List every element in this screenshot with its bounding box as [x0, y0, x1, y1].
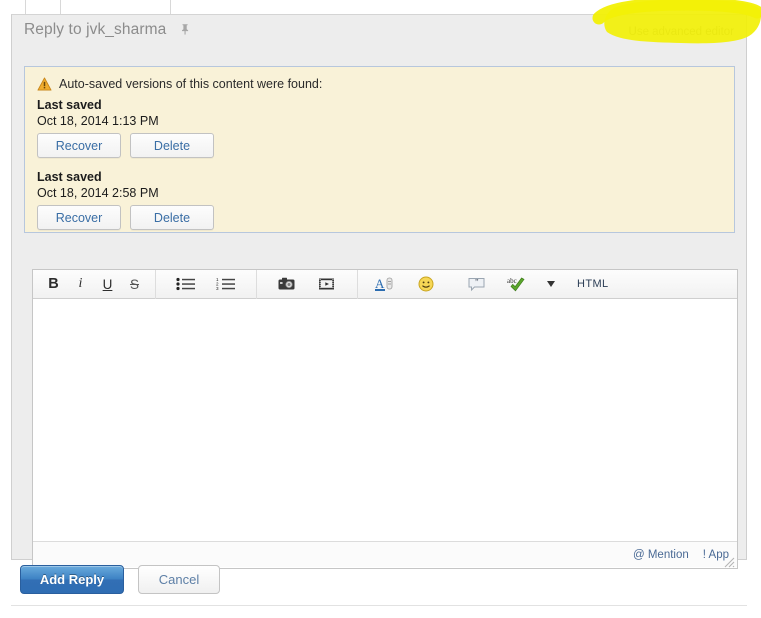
last-saved-time: Oct 18, 2014 2:58 PM — [37, 186, 159, 200]
autosave-headline-row: Auto-saved versions of this content were… — [37, 77, 722, 91]
strikethrough-button[interactable]: S — [121, 272, 148, 297]
autosave-notification: Auto-saved versions of this content were… — [24, 66, 735, 233]
autosave-entry: Last saved Oct 18, 2014 1:13 PM Recover … — [37, 98, 722, 158]
insert-video-button[interactable] — [311, 272, 343, 297]
italic-button[interactable]: i — [67, 272, 94, 297]
last-saved-time: Oct 18, 2014 1:13 PM — [37, 114, 159, 128]
editor-footer: @ Mention ! App — [33, 541, 737, 568]
action-button-row: Add Reply Cancel — [20, 565, 220, 594]
numbered-list-button[interactable]: 1 2 3 — [210, 272, 242, 297]
rich-text-editor: B i U S 1 2 3 A ” abc HTML @ Mention ! A… — [32, 269, 738, 569]
panel-header: Reply to jvk_sharma Use advanced editor — [12, 15, 746, 45]
delete-button[interactable]: Delete — [130, 205, 214, 230]
underline-button[interactable]: U — [94, 272, 121, 297]
last-saved-label: Last saved — [37, 98, 102, 112]
quote-button[interactable]: ” — [461, 272, 493, 297]
delete-button[interactable]: Delete — [130, 133, 214, 158]
bottom-divider — [11, 605, 747, 606]
resize-grip-icon[interactable] — [724, 555, 735, 568]
editor-body[interactable] — [33, 299, 737, 541]
spellcheck-dropdown-caret-icon[interactable] — [545, 281, 557, 287]
autosave-entry: Last saved Oct 18, 2014 2:58 PM Recover … — [37, 170, 722, 230]
cancel-button[interactable]: Cancel — [138, 565, 220, 594]
bold-button[interactable]: B — [40, 272, 67, 297]
svg-text:abc: abc — [507, 277, 517, 285]
use-advanced-editor-link[interactable]: Use advanced editor — [629, 26, 734, 38]
svg-text:A: A — [375, 276, 385, 291]
toolbar-group-extras: A ” abc HTML — [358, 270, 627, 299]
html-source-button[interactable]: HTML — [571, 278, 615, 290]
autosave-headline-text: Auto-saved versions of this content were… — [59, 77, 323, 91]
font-color-button[interactable]: A — [370, 272, 402, 297]
recover-button[interactable]: Recover — [37, 133, 121, 158]
pin-icon[interactable] — [178, 22, 192, 36]
toolbar-group-media — [257, 270, 357, 299]
divider-line — [170, 0, 171, 14]
svg-text:3: 3 — [216, 286, 219, 291]
reply-panel: Reply to jvk_sharma Use advanced editor … — [11, 14, 747, 569]
toolbar-group-text-format: B i U S — [33, 270, 155, 299]
mention-link[interactable]: @ Mention — [633, 549, 689, 561]
bullet-list-button[interactable] — [170, 272, 202, 297]
insert-image-button[interactable] — [271, 272, 303, 297]
spellcheck-button[interactable]: abc — [503, 272, 535, 297]
page-top-strips — [0, 0, 761, 14]
warning-triangle-icon — [37, 77, 52, 91]
editor-toolbar: B i U S 1 2 3 A ” abc HTML — [33, 269, 737, 299]
divider-line — [60, 0, 61, 14]
autosave-entry-actions: Recover Delete — [37, 133, 722, 158]
toolbar-group-lists: 1 2 3 — [156, 270, 256, 299]
svg-text:”: ” — [475, 277, 479, 286]
autosave-entry-actions: Recover Delete — [37, 205, 722, 230]
last-saved-label: Last saved — [37, 170, 102, 184]
divider-line — [25, 0, 26, 14]
recover-button[interactable]: Recover — [37, 205, 121, 230]
emoticon-button[interactable] — [412, 272, 439, 297]
page-title: Reply to jvk_sharma — [24, 21, 167, 38]
add-reply-button[interactable]: Add Reply — [20, 565, 124, 594]
